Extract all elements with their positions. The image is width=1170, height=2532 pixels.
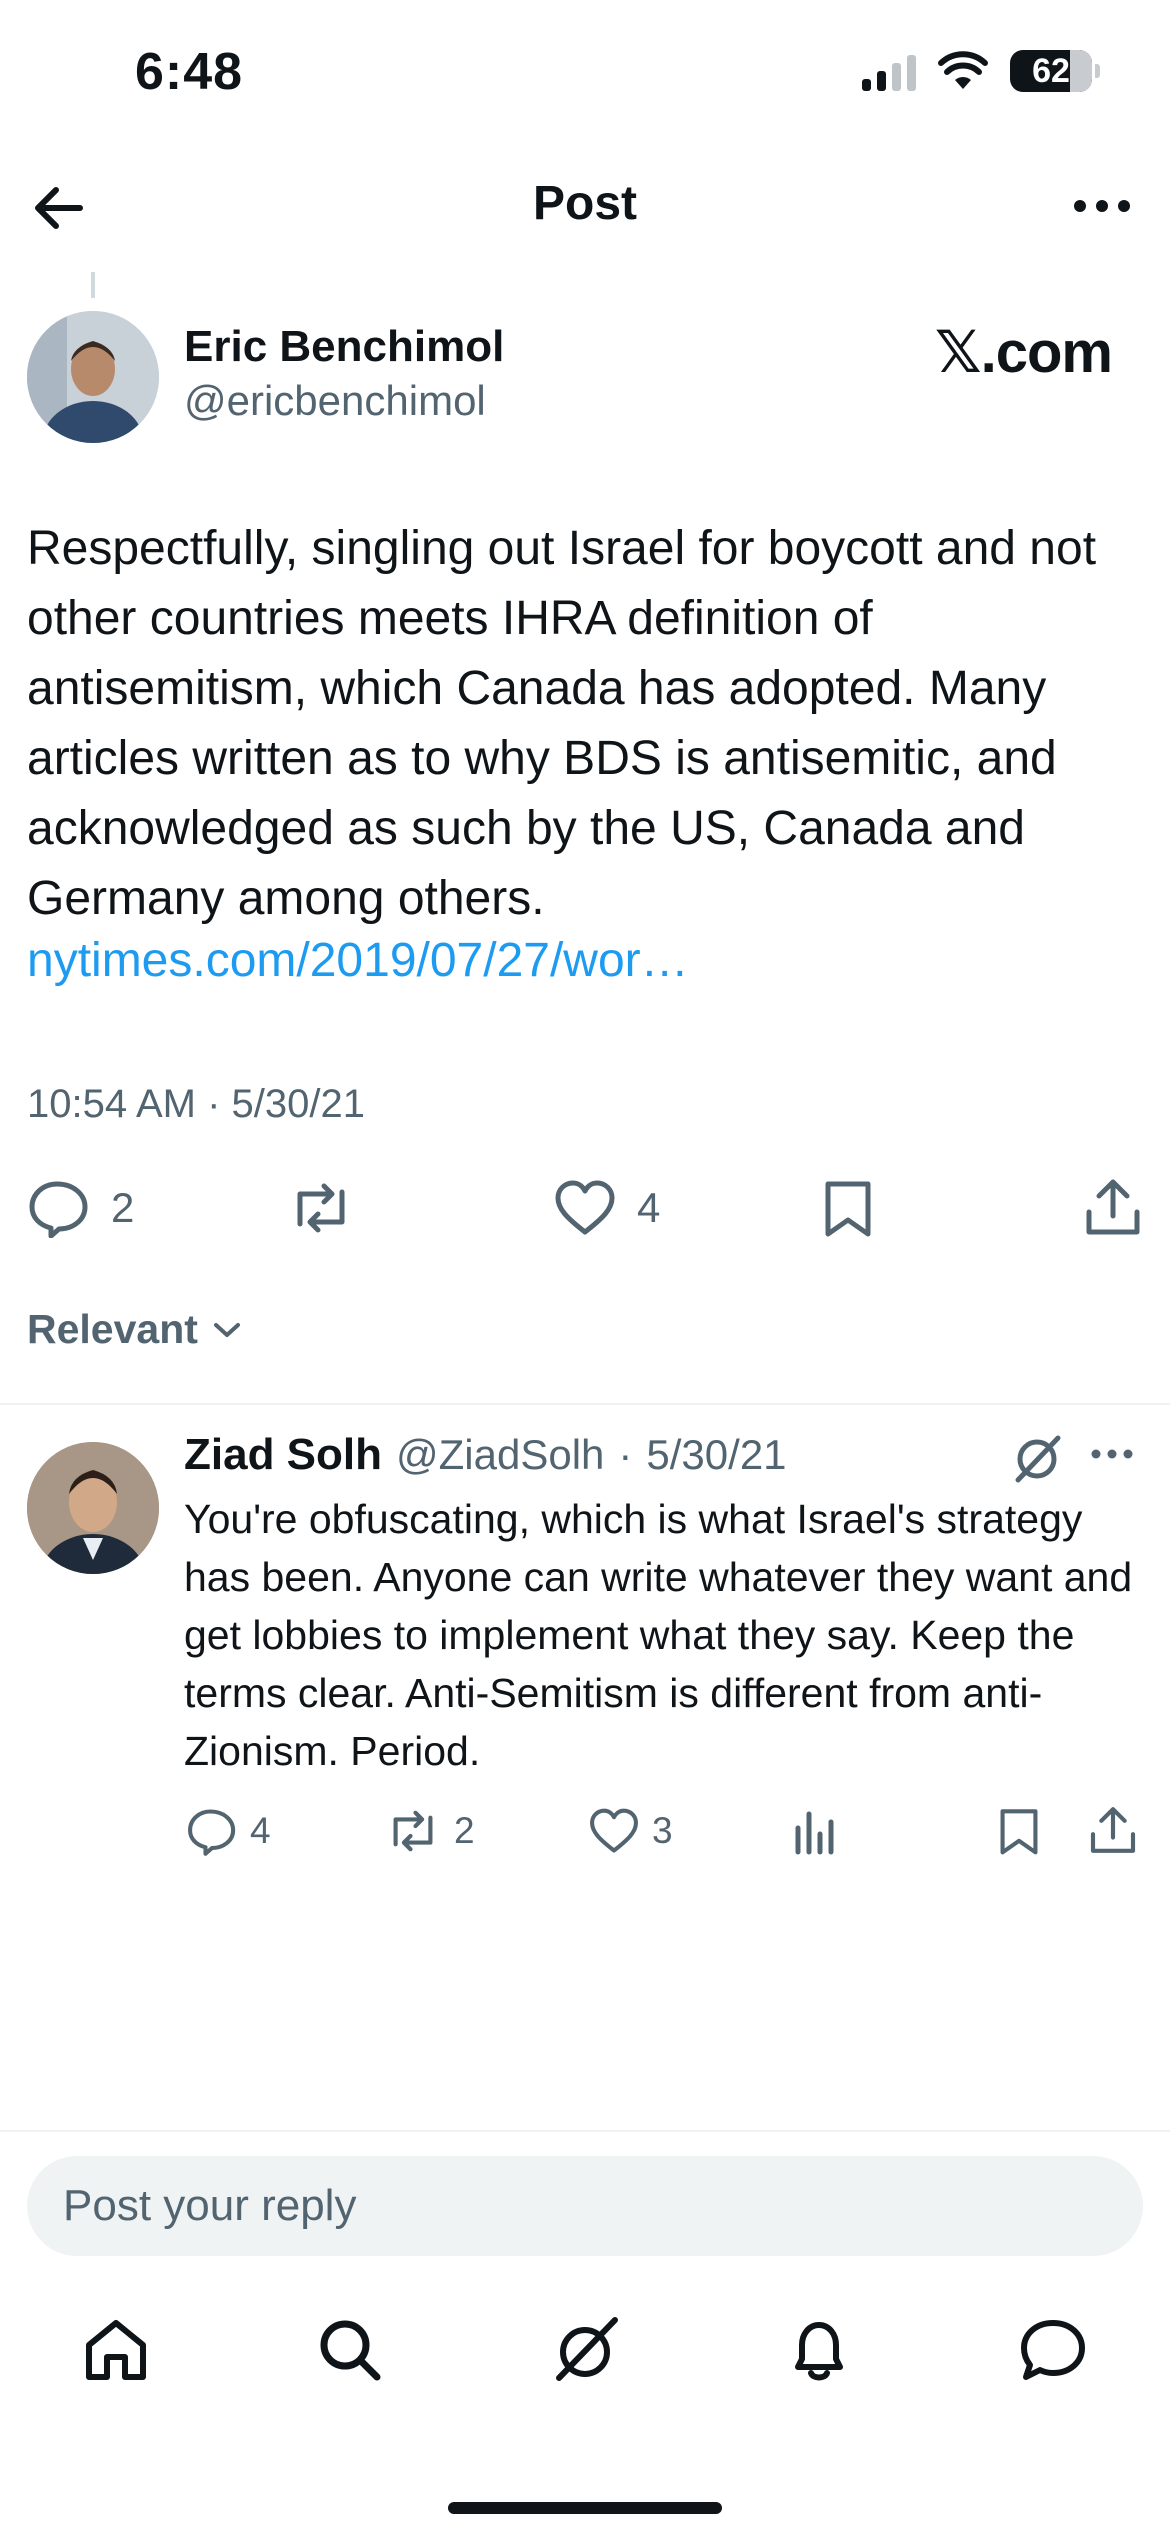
share-icon (1086, 1179, 1140, 1235)
bookmark-icon (1000, 1809, 1038, 1855)
reply-bookmark-button[interactable] (996, 1806, 1042, 1856)
repost-icon (393, 1810, 433, 1852)
tab-notifications[interactable] (779, 2310, 859, 2390)
heart-icon (590, 1808, 638, 1853)
author-name[interactable]: Eric Benchimol (184, 322, 504, 372)
tab-search[interactable] (310, 2310, 390, 2390)
more-horizontal-icon (1074, 200, 1130, 212)
bottom-tab-bar (0, 2290, 1170, 2430)
sort-label: Relevant (27, 1306, 198, 1352)
page-title: Post (532, 177, 637, 230)
comment-icon (29, 1181, 88, 1238)
status-time: 6:48 (135, 43, 244, 101)
author-handle[interactable]: @ericbenchimol (184, 377, 486, 425)
source-label: 𝕏.com (934, 320, 1113, 385)
reply-button[interactable]: 2 (27, 1178, 134, 1238)
comment-icon (188, 1809, 236, 1856)
signal-icon (862, 51, 916, 91)
more-button[interactable] (1072, 186, 1132, 226)
tab-grok[interactable] (545, 2310, 625, 2390)
home-indicator (448, 2502, 722, 2514)
reply-avatar-photo (27, 1442, 159, 1574)
grok-button[interactable] (1010, 1432, 1064, 1486)
reply-repost-count: 2 (454, 1810, 475, 1851)
share-icon (1090, 1807, 1136, 1853)
tab-messages[interactable] (1013, 2310, 1093, 2390)
reply-like-count: 3 (652, 1810, 673, 1851)
divider (0, 1403, 1170, 1405)
grok-icon (1015, 1435, 1061, 1483)
sort-dropdown[interactable]: Relevant (27, 1306, 242, 1353)
battery-level: 62 (1032, 51, 1070, 90)
thread-connector (91, 272, 95, 298)
reply-like-button[interactable]: 3 (588, 1806, 673, 1856)
reply-separator: · (618, 1431, 633, 1478)
views-icon (795, 1811, 834, 1855)
composer-divider (0, 2130, 1170, 2132)
reply-date: 5/30/21 (646, 1431, 787, 1478)
messages-icon (1021, 2320, 1085, 2380)
reply-reply-button[interactable]: 4 (186, 1806, 271, 1856)
repost-button[interactable] (286, 1178, 376, 1238)
like-count: 4 (637, 1184, 661, 1231)
like-button[interactable]: 4 (553, 1178, 660, 1238)
post-text: Respectfully, singling out Israel for bo… (27, 522, 1097, 925)
reply-author-name[interactable]: Ziad Solh (184, 1430, 382, 1480)
reply-avatar[interactable] (27, 1442, 159, 1574)
notifications-icon (795, 2322, 843, 2381)
reply-views-button[interactable] (792, 1806, 836, 1856)
reply-composer[interactable] (27, 2156, 1143, 2256)
reply-input[interactable] (63, 2181, 1143, 2231)
home-icon (86, 2320, 146, 2380)
status-indicators: 62 (862, 50, 1100, 92)
chevron-down-icon (213, 1322, 240, 1337)
tab-home[interactable] (76, 2310, 156, 2390)
heart-icon (555, 1180, 615, 1235)
bookmark-icon (825, 1181, 871, 1237)
wifi-icon (938, 51, 988, 89)
reply-share-button[interactable] (1088, 1804, 1138, 1856)
share-button[interactable] (1083, 1176, 1143, 1238)
avatar-photo (27, 311, 159, 443)
repost-icon (297, 1183, 345, 1233)
reply-repost-button[interactable]: 2 (384, 1806, 475, 1856)
grok-icon (556, 2317, 618, 2381)
bookmark-button[interactable] (820, 1178, 876, 1238)
search-icon (320, 2320, 381, 2381)
post-timestamp: 10:54 AM · 5/30/21 (27, 1082, 366, 1126)
battery-icon: 62 (1010, 50, 1100, 92)
more-horizontal-icon (1091, 1449, 1133, 1459)
avatar[interactable] (27, 311, 159, 443)
reply-author-handle[interactable]: @ZiadSolh (396, 1431, 604, 1479)
reply-text: You're obfuscating, which is what Israel… (184, 1496, 1133, 1774)
post-link[interactable]: nytimes.com/2019/07/27/wor… (27, 933, 689, 988)
reply-header: Ziad Solh @ZiadSolh · 5/30/21 (184, 1430, 787, 1480)
reply-more-button[interactable] (1090, 1444, 1134, 1464)
reply-count: 2 (111, 1184, 135, 1231)
reply-reply-count: 4 (250, 1810, 271, 1851)
